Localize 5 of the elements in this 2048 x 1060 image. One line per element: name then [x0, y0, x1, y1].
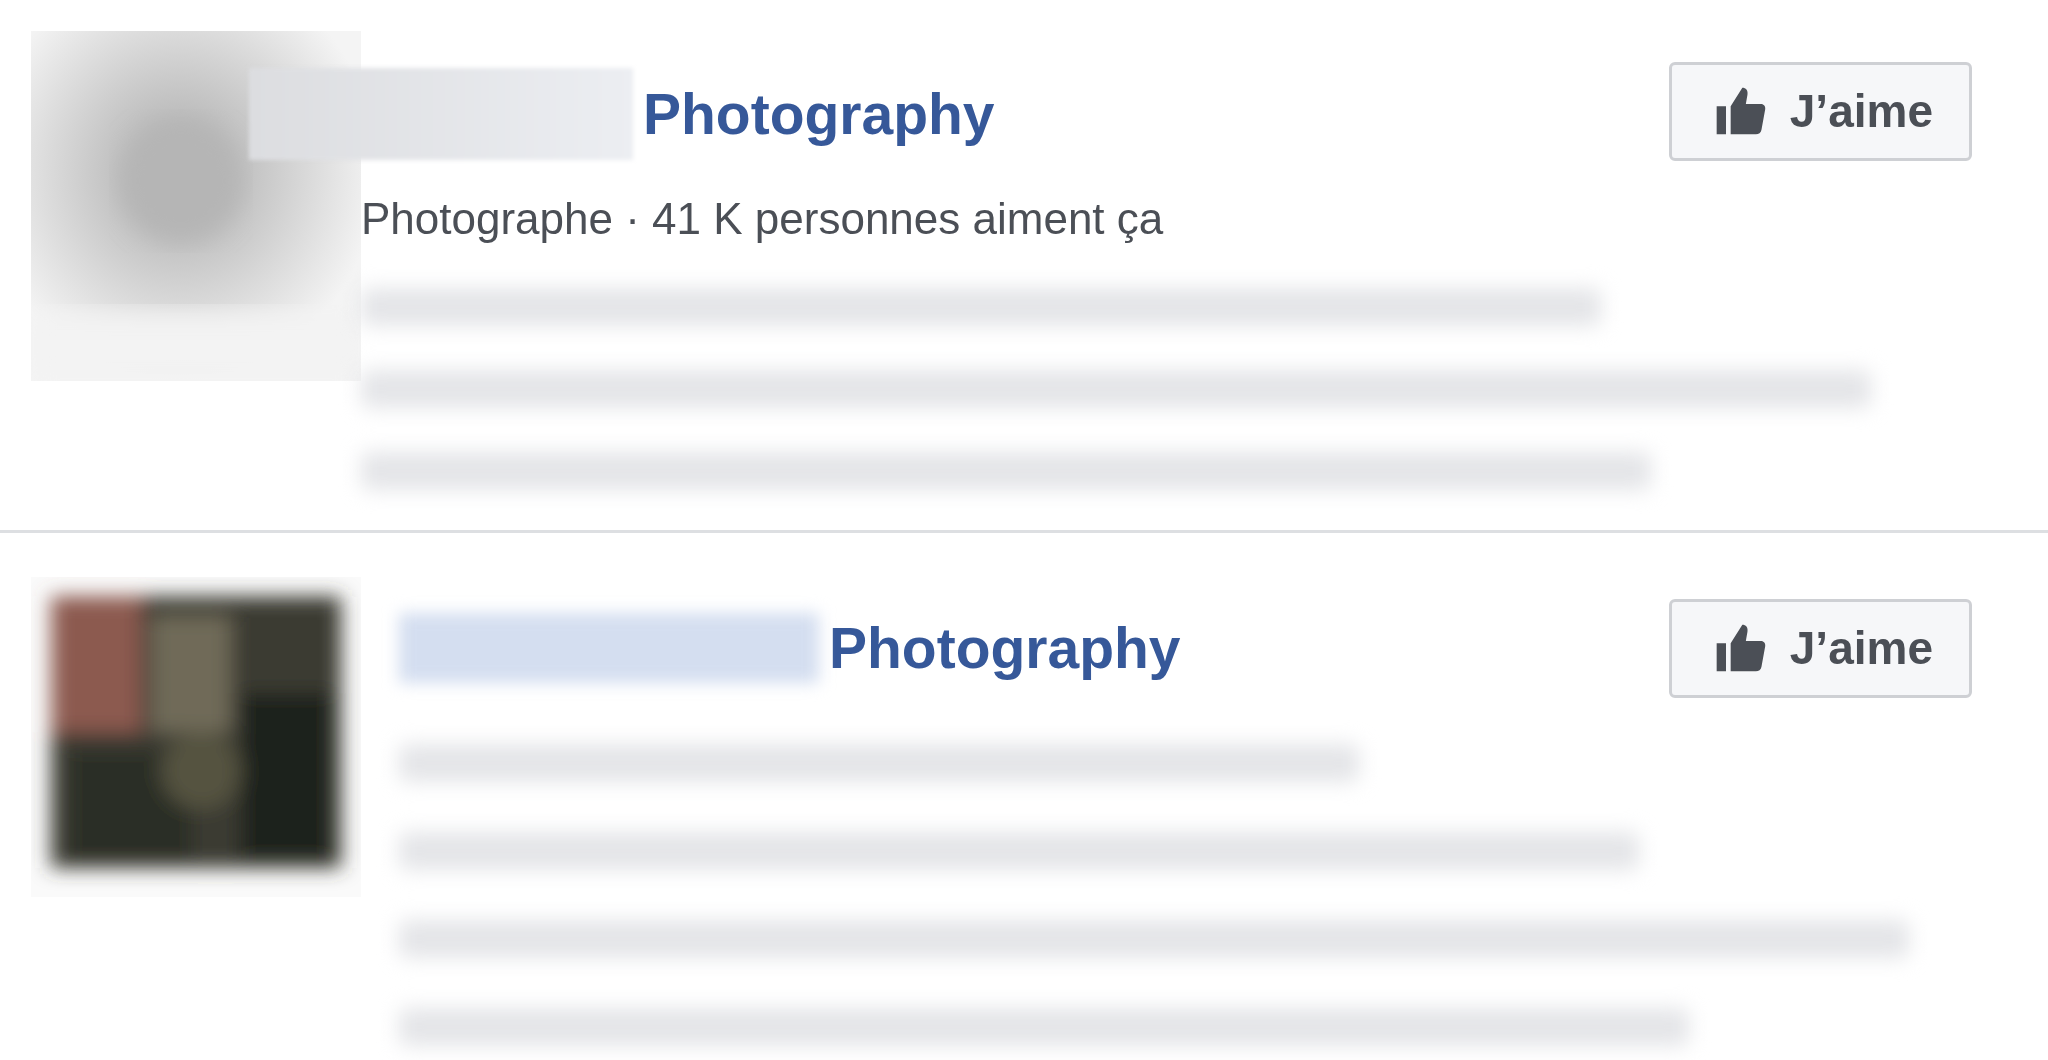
page-title-link[interactable]: Photography: [829, 615, 1669, 681]
page-category-text: Photographe · 41 K personnes aiment ça: [361, 194, 1165, 244]
like-button[interactable]: J’aime: [1668, 598, 1972, 698]
page-title-link[interactable]: Photography: [643, 81, 1669, 147]
like-button[interactable]: J’aime: [1668, 61, 1972, 161]
